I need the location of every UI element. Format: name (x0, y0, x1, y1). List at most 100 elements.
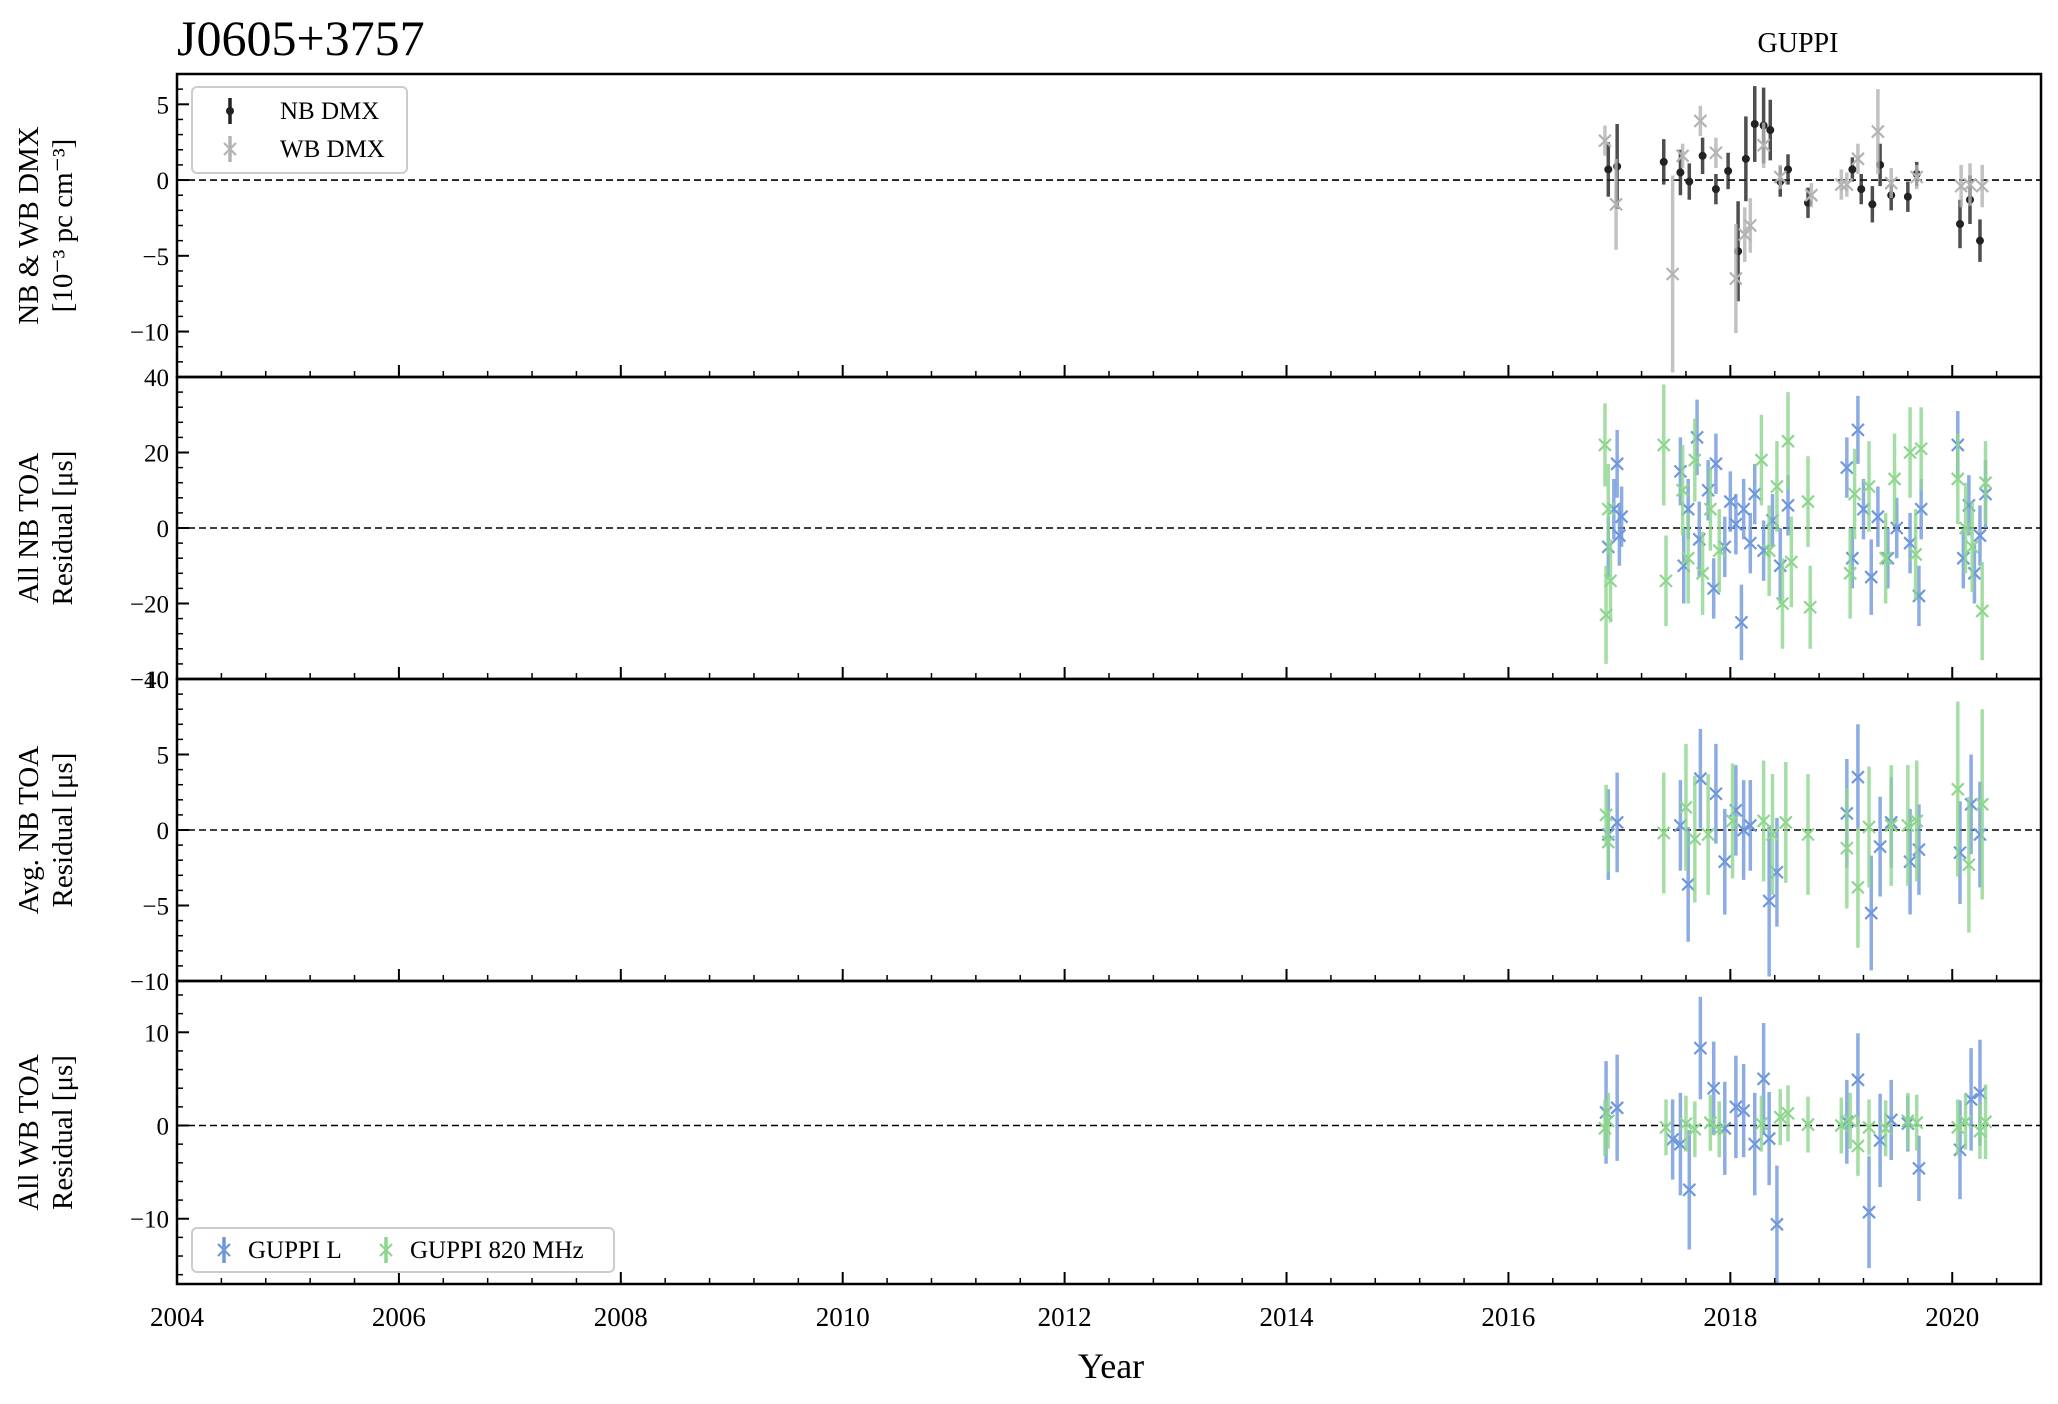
data-point (1889, 497, 1904, 559)
y-axis-label: All WB TOA (13, 1054, 45, 1210)
data-point (1914, 407, 1928, 491)
data-point (1741, 116, 1750, 202)
point-marker (1698, 151, 1707, 160)
data-point (1862, 1099, 1876, 1156)
series-wb_820 (1598, 1084, 1993, 1176)
point-marker (1975, 236, 1984, 245)
panels-group: 5 0 −5 −10 NB & WB DMX [10⁻³ pc cm⁻³] NB DMX WB… (13, 72, 2043, 1332)
data-point (1610, 1054, 1624, 1161)
legend-label: NB DMX (280, 98, 379, 125)
panel-all_nb: 40200−20−40All NB TOA Residual [μs] (13, 365, 2043, 694)
legend-swatch-marker (226, 107, 234, 115)
data-point (1734, 584, 1749, 661)
data-point (1775, 558, 1790, 649)
y-tick-label: −10 (130, 1207, 169, 1234)
data-point (1688, 418, 1702, 502)
x-tick-label: 2004 (150, 1302, 205, 1332)
y-tick-label: 40 (144, 365, 169, 392)
data-point (1801, 1096, 1815, 1153)
point-marker (1750, 119, 1759, 128)
data-point (1953, 801, 1967, 904)
y-tick-label: 5 (157, 743, 170, 770)
y-tick-label: −10 (130, 969, 169, 996)
data-point (1766, 99, 1775, 161)
timing-residuals-figure: J0605+3757 GUPPI Year 5 0 −5 −10 NB & WB DMX… (13, 10, 2043, 1386)
point-marker (1848, 165, 1857, 174)
data-point (1857, 173, 1866, 205)
data-point (1963, 163, 1977, 206)
data-point (1851, 1033, 1865, 1127)
y-axis-label-units: [10⁻³ pc cm⁻³] (47, 139, 79, 313)
point-marker (1766, 126, 1775, 135)
point-marker (1741, 154, 1750, 163)
data-point (1610, 772, 1624, 873)
y-axis-label: NB & WB DMX (13, 126, 45, 325)
point-marker (1724, 166, 1733, 175)
data-point (1903, 407, 1917, 498)
legend-label: WB DMX (280, 136, 385, 163)
y-tick-label: 0 (157, 516, 170, 543)
data-point (1903, 181, 1912, 212)
panel-dmx: 5 0 −5 −10 NB & WB DMX [10⁻³ pc cm⁻³] NB DMX WB… (13, 72, 2043, 379)
y-axis-label-units: Residual [μs] (47, 1055, 79, 1210)
y-axis-label: All NB TOA (13, 453, 45, 603)
series-avg_820 (1599, 701, 1989, 948)
data-point (1743, 780, 1758, 871)
data-point (1887, 433, 1902, 525)
x-tick-label: 2018 (1703, 1302, 1757, 1332)
x-tick-label: 2012 (1038, 1302, 1092, 1332)
y-axis-label-units: Residual [μs] (47, 451, 79, 606)
series-wb_l (1599, 996, 1987, 1284)
data-point (1881, 528, 1895, 589)
data-point (1954, 164, 1968, 208)
data-point (1840, 437, 1854, 498)
series-nb_dmx (1604, 86, 1984, 302)
data-point (1962, 796, 1976, 933)
data-point (1698, 137, 1707, 174)
figure-title: J0605+3757 (177, 10, 425, 66)
data-point (1975, 219, 1984, 262)
x-tick-label: 2006 (372, 1302, 426, 1332)
data-point (1909, 1094, 1924, 1151)
data-point (1656, 772, 1671, 894)
x-tick-label: 2014 (1260, 1302, 1315, 1332)
data-point (1975, 164, 1989, 208)
point-marker (1711, 185, 1720, 194)
point-marker (1857, 185, 1866, 194)
y-tick-label: 0 (157, 168, 170, 195)
data-point (1868, 186, 1877, 223)
point-marker (1604, 165, 1613, 174)
data-point (1709, 743, 1723, 844)
data-point (1659, 139, 1668, 185)
data-point (1873, 796, 1887, 897)
data-point (1747, 1092, 1762, 1196)
y-tick-label: 0 (157, 1114, 170, 1141)
data-point (1701, 774, 1715, 895)
data-point (1685, 163, 1694, 200)
point-marker (1676, 168, 1685, 177)
data-point (1656, 384, 1671, 506)
x-tick-label: 2016 (1481, 1302, 1535, 1332)
data-point (1871, 89, 1885, 174)
series-wb_dmx (1598, 89, 1989, 373)
panel-avg_nb: 10 5 0 −5 −10 Avg. NB TOA Residual [μs] (13, 667, 2043, 996)
data-point (1884, 167, 1898, 199)
data-point (1973, 781, 1987, 888)
data-point (1690, 399, 1704, 476)
legend-label: GUPPI L (248, 1237, 342, 1264)
plot-area-avg_nb (1599, 701, 1989, 977)
point-marker (1685, 177, 1694, 186)
data-point (1862, 766, 1876, 888)
data-point (1709, 137, 1723, 168)
data-point (1851, 826, 1865, 948)
series-nb_820 (1598, 384, 1993, 664)
data-point (1871, 486, 1885, 547)
data-point (1845, 528, 1860, 589)
panel-all_wb: 100−10All WB TOA Residual [μs]GUPPI L GUPP… (13, 979, 2043, 1286)
data-point (1693, 996, 1708, 1100)
y-tick-label: −5 (142, 244, 169, 271)
data-point (1862, 1156, 1876, 1269)
data-point (1878, 512, 1893, 604)
data-point (1843, 528, 1857, 619)
data-point (1665, 175, 1680, 373)
